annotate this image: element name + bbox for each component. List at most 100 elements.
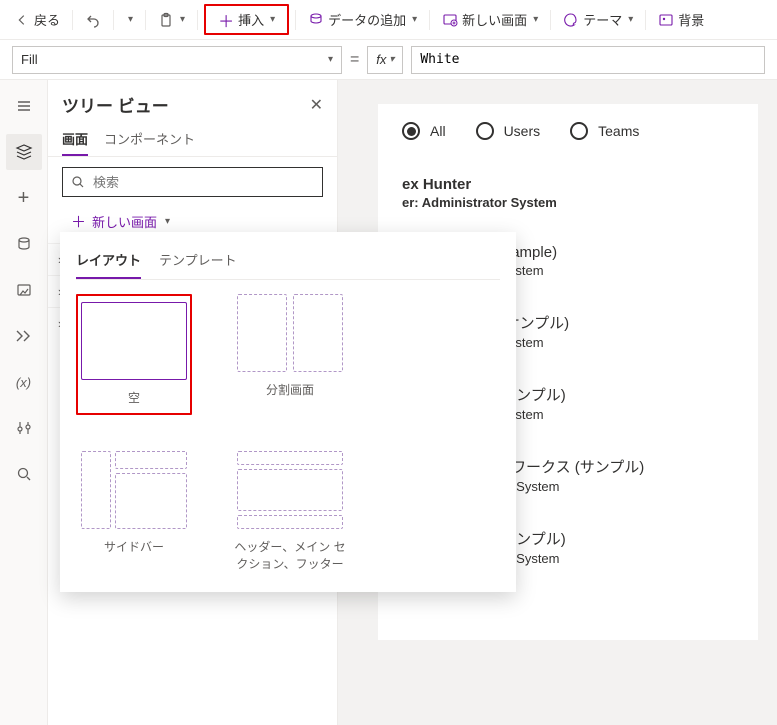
- separator: [72, 10, 73, 30]
- tree-search[interactable]: [62, 167, 323, 197]
- chevron-down-icon: ▾: [389, 54, 394, 65]
- separator: [197, 10, 198, 30]
- record-subtitle: er: Administrator System: [402, 195, 734, 210]
- top-toolbar: 戻る ▾ ▾ ＋ 挿入 ▾ データの追加 ▾ 新しい画面 ▾: [0, 0, 777, 40]
- radio-option[interactable]: Users: [476, 122, 541, 140]
- main-area: + (x) ツリー ビュー ✕ 画面 コンポーネント ＋ 新しい画面 ▾ › ›…: [0, 80, 777, 725]
- theme-button[interactable]: テーマ ▾: [557, 6, 639, 33]
- layout-blank[interactable]: 空: [76, 294, 192, 415]
- rail-tree-view[interactable]: [6, 134, 42, 170]
- layout-sidebar[interactable]: サイドバー: [76, 451, 192, 573]
- back-label: 戻る: [34, 10, 60, 29]
- theme-label: テーマ: [583, 10, 622, 29]
- rail-tools[interactable]: [6, 410, 42, 446]
- separator: [645, 10, 646, 30]
- new-screen-button[interactable]: ＋ 新しい画面 ▾: [62, 207, 179, 235]
- layout-thumb-blank: [81, 302, 187, 380]
- plus-icon: ＋: [218, 12, 234, 28]
- property-name: Fill: [21, 52, 38, 67]
- add-data-button[interactable]: データの追加 ▾: [302, 6, 423, 33]
- background-label: 背景: [678, 10, 704, 29]
- back-arrow-icon: [14, 12, 30, 28]
- layout-label: 空: [128, 390, 140, 407]
- layout-thumb-hmf: [237, 451, 343, 529]
- image-icon: [658, 12, 674, 28]
- clipboard-icon: [158, 12, 174, 28]
- undo-button[interactable]: [79, 8, 107, 32]
- separator: [295, 10, 296, 30]
- fx-button[interactable]: fx ▾: [367, 46, 403, 74]
- tab-screens[interactable]: 画面: [62, 123, 88, 156]
- rail-data[interactable]: [6, 226, 42, 262]
- tree-tabs: 画面 コンポーネント: [48, 123, 337, 157]
- radio-label: Teams: [598, 123, 639, 139]
- separator: [429, 10, 430, 30]
- rail-media[interactable]: [6, 272, 42, 308]
- radio-circle-icon: [476, 122, 494, 140]
- chevron-down-icon: ▾: [270, 14, 275, 25]
- undo-icon: [85, 12, 101, 28]
- rail-insert[interactable]: +: [6, 180, 42, 216]
- radio-group: All Users Teams: [402, 122, 734, 140]
- screen-icon: [442, 12, 458, 28]
- layout-grid: 空 分割画面 サイドバー: [76, 294, 500, 572]
- formula-bar: Fill ▾ = fx ▾: [0, 40, 777, 80]
- chevron-down-icon: ▾: [180, 14, 185, 25]
- data-icon: [308, 12, 324, 28]
- rail-search[interactable]: [6, 456, 42, 492]
- left-rail: + (x): [0, 80, 48, 725]
- background-button[interactable]: 背景: [652, 6, 710, 33]
- radio-circle-icon: [570, 122, 588, 140]
- search-icon: [71, 175, 85, 189]
- chevron-down-icon: ▾: [328, 54, 333, 65]
- radio-option[interactable]: Teams: [570, 122, 639, 140]
- tab-template[interactable]: テンプレート: [159, 246, 237, 279]
- chevron-down-icon: ▾: [533, 14, 538, 25]
- chevron-down-icon: ▾: [628, 14, 633, 25]
- layout-label: サイドバー: [104, 539, 164, 556]
- plus-icon: ＋: [71, 211, 86, 232]
- new-screen-toolbar-button[interactable]: 新しい画面 ▾: [436, 6, 544, 33]
- list-item[interactable]: ex Hunter er: Administrator System: [402, 176, 734, 210]
- tree-title: ツリー ビュー: [62, 92, 169, 117]
- rail-variables[interactable]: (x): [6, 364, 42, 400]
- radio-option[interactable]: All: [402, 122, 446, 140]
- new-screen-popover: レイアウト テンプレート 空 分割画面 サイ: [60, 232, 516, 592]
- rail-hamburger[interactable]: [6, 88, 42, 124]
- close-icon[interactable]: ✕: [310, 95, 323, 115]
- property-selector[interactable]: Fill ▾: [12, 46, 342, 74]
- radio-label: All: [430, 123, 446, 139]
- formula-input[interactable]: [411, 46, 765, 74]
- chevron-down-icon: ▾: [412, 14, 417, 25]
- layout-label: ヘッダー、メイン セクション、フッター: [232, 539, 348, 573]
- record-title: ex Hunter: [402, 176, 734, 193]
- add-data-label: データの追加: [328, 10, 406, 29]
- tab-layout[interactable]: レイアウト: [76, 246, 141, 279]
- radio-circle-icon: [402, 122, 420, 140]
- new-screen-label: 新しい画面: [92, 212, 157, 231]
- back-button[interactable]: 戻る: [8, 6, 66, 33]
- tab-components[interactable]: コンポーネント: [104, 123, 195, 156]
- layout-split[interactable]: 分割画面: [232, 294, 348, 415]
- layout-thumb-sidebar: [81, 451, 187, 529]
- palette-icon: [563, 12, 579, 28]
- new-screen-label: 新しい画面: [462, 10, 527, 29]
- separator: [113, 10, 114, 30]
- equals-sign: =: [350, 51, 359, 69]
- tree-search-input[interactable]: [91, 174, 314, 191]
- rail-flows[interactable]: [6, 318, 42, 354]
- insert-button[interactable]: ＋ 挿入 ▾: [204, 4, 289, 35]
- chevron-down-icon: ▾: [165, 216, 170, 227]
- insert-label: 挿入: [238, 10, 264, 29]
- fx-label: fx: [376, 52, 386, 67]
- layout-header-main-footer[interactable]: ヘッダー、メイン セクション、フッター: [232, 451, 348, 573]
- layout-thumb-split: [237, 294, 343, 372]
- radio-label: Users: [504, 123, 541, 139]
- separator: [145, 10, 146, 30]
- layout-label: 分割画面: [266, 382, 314, 399]
- undo-chevron[interactable]: ▾: [120, 10, 139, 29]
- chevron-down-icon: ▾: [128, 14, 133, 25]
- paste-button[interactable]: ▾: [152, 8, 191, 32]
- separator: [550, 10, 551, 30]
- popover-tabs: レイアウト テンプレート: [76, 246, 500, 280]
